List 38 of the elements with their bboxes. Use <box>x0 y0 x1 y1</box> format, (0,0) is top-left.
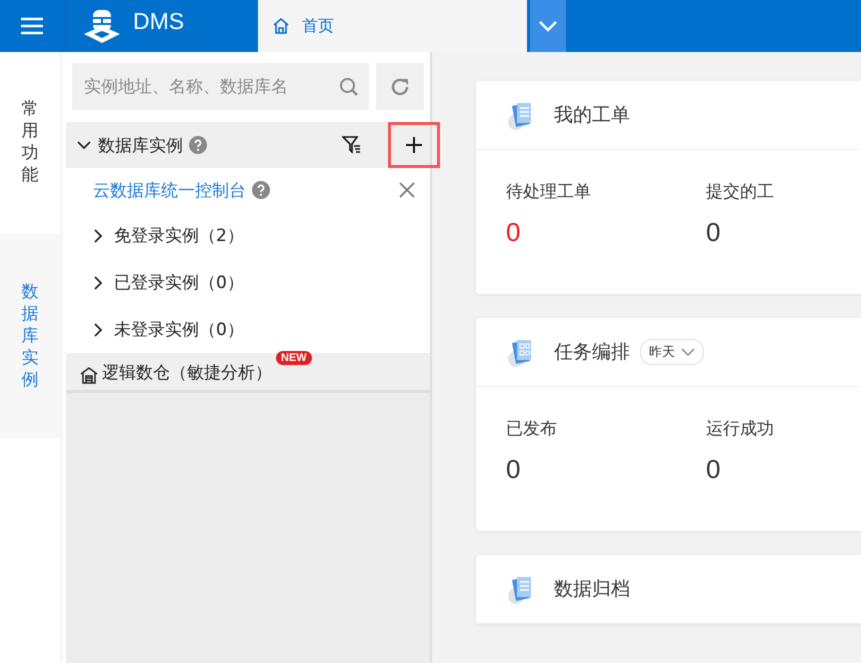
app-logo-text: DMS <box>133 8 184 34</box>
card-title: 我的工单 <box>554 103 630 128</box>
nav-item[interactable]: 数据库实例 <box>0 234 60 438</box>
filter-icon[interactable] <box>342 135 362 155</box>
period-select[interactable]: 昨天 <box>640 339 704 365</box>
warehouse-icon <box>80 366 98 384</box>
tree-item[interactable]: 未登录实例（0） <box>66 306 430 353</box>
search-field[interactable]: 实例地址、名称、数据库名 <box>72 63 369 110</box>
refresh-icon <box>389 76 411 98</box>
tree-item[interactable]: 已登录实例（0） <box>66 259 430 306</box>
tree-item[interactable]: 免登录实例（2） <box>66 212 430 259</box>
search-icon <box>339 76 359 96</box>
help-icon <box>252 181 270 199</box>
plus-icon <box>405 136 423 154</box>
stat-label: 运行成功 <box>706 418 775 440</box>
tab-dropdown-button[interactable] <box>530 0 566 52</box>
stat-value: 0 <box>706 217 722 248</box>
card-title: 数据归档 <box>554 577 630 602</box>
new-badge: NEW <box>276 351 312 365</box>
chevron-down-icon <box>538 20 558 32</box>
stat-value: 0 <box>506 217 522 248</box>
home-icon <box>272 17 290 35</box>
stat-value: 0 <box>706 454 722 485</box>
home-tab[interactable]: 首页 <box>258 0 527 52</box>
nav-item[interactable]: 常用功能 <box>0 52 60 232</box>
add-button[interactable] <box>388 122 440 168</box>
menu-icon <box>21 17 43 35</box>
help-icon <box>189 136 207 154</box>
warehouse-label[interactable]: 逻辑数仓（敏捷分析） <box>102 361 272 384</box>
chevron-down-icon <box>681 348 695 356</box>
stat-label: 待处理工单 <box>506 181 592 203</box>
refresh-button[interactable] <box>376 63 424 110</box>
card-title: 任务编排 <box>554 340 630 365</box>
stat-value: 0 <box>506 454 522 485</box>
stat-label: 提交的工 <box>706 181 775 203</box>
section-title: 数据库实例 <box>98 134 183 156</box>
stat-label: 已发布 <box>506 418 558 440</box>
close-icon[interactable] <box>398 181 416 199</box>
